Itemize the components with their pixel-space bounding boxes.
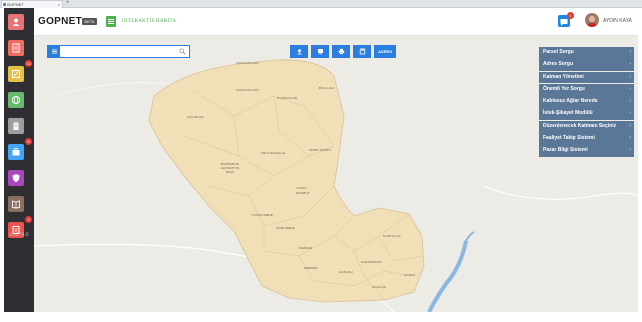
panel-item-label: Düzenlenecek Katmanı Seçiniz	[543, 122, 617, 129]
map-module-icon	[106, 16, 116, 27]
building-icon	[13, 122, 19, 130]
map-label: KARABURUN	[361, 260, 382, 264]
map-label: BOLLUCA	[319, 86, 335, 90]
panel-item-faaliyet-takip[interactable]: Faaliyet Takip Sistemi ›	[539, 133, 634, 145]
panel-item-label: Önemli Yer Sorgu	[543, 85, 585, 92]
map-label: NARLIDERE	[276, 226, 295, 230]
briefcase-badge: 5	[25, 138, 32, 145]
sidebar-item-building[interactable]	[8, 118, 24, 134]
sidebar: 10 5 9 v3.274.0	[4, 8, 34, 312]
chevron-right-icon: ›	[629, 85, 631, 92]
bookmark-icon	[359, 48, 365, 55]
module-title: İNTERAKTİF HARİTA	[122, 19, 177, 24]
favicon-icon	[3, 3, 6, 6]
avatar[interactable]	[585, 13, 599, 27]
app-version: v3.274.0	[9, 232, 29, 238]
panel-item-duzenlenecek-katman[interactable]: Düzenlenecek Katmanı Seçiniz ›	[539, 120, 634, 133]
book-icon	[12, 200, 20, 209]
new-tab-button[interactable]: +	[66, 0, 70, 7]
map-toolbar: ADRES	[290, 45, 400, 58]
hamburger-icon	[51, 49, 57, 54]
sidebar-item-document[interactable]	[8, 40, 24, 56]
chevron-right-icon: ›	[629, 73, 631, 80]
avatar-shirt	[587, 23, 597, 27]
map-label: MERKEZ	[304, 266, 318, 270]
sidebar-item-globe[interactable]	[8, 92, 24, 108]
panel-item-parsel-sorgu[interactable]: Parsel Sorgu ›	[539, 47, 634, 59]
search-menu-button[interactable]	[48, 46, 60, 57]
chevron-right-icon: ›	[629, 98, 631, 105]
document-icon	[12, 43, 20, 53]
map-label: BARBAROS HAYRETTİN PAŞA	[220, 162, 240, 174]
chevron-right-icon: ›	[629, 49, 631, 55]
panel-item-katman-yonetimi[interactable]: Katman Yönetimi ›	[539, 71, 634, 84]
browser-tab[interactable]: GOPNET ×	[1, 0, 63, 8]
adres-button[interactable]: ADRES	[374, 45, 396, 58]
panel-item-adres-sorgu[interactable]: Adres Sorgu ›	[539, 59, 634, 72]
sidebar-item-person[interactable]	[8, 14, 24, 30]
panel-item-kablosuz-aglar[interactable]: Kablosuz Ağlar Nerede ›	[539, 96, 634, 108]
person-pin-icon	[12, 18, 20, 26]
upload-icon	[296, 48, 302, 55]
globe-icon	[11, 95, 21, 105]
app-logo[interactable]: GOPNET	[38, 16, 82, 27]
panel-item-label: Adres Sorgu	[543, 61, 574, 68]
panel-item-label: Pazar Bilgi Sistemi	[543, 147, 588, 154]
panel-item-onemli-yer-sorgu[interactable]: Önemli Yer Sorgu ›	[539, 83, 634, 96]
panel-item-label: Faaliyet Takip Sistemi	[543, 135, 595, 142]
search-icon[interactable]	[179, 48, 186, 55]
chevron-right-icon: ›	[629, 122, 631, 129]
map-label: YENİ MAHALLE	[261, 151, 286, 155]
edit-icon	[12, 70, 20, 78]
chevron-right-icon: ›	[629, 147, 631, 154]
sidebar-item-shield[interactable]	[8, 170, 24, 186]
panel-item-label: Kablosuz Ağlar Nerede	[543, 98, 598, 105]
map-label: HASANLI	[339, 270, 354, 274]
map-label: KUŞKUNLAR	[277, 96, 298, 100]
layers-button[interactable]	[311, 45, 329, 58]
map-label: ÇAKIRLAR	[187, 115, 204, 119]
search-input[interactable]	[61, 46, 175, 57]
sidebar-item-book[interactable]	[8, 196, 24, 212]
map-label: KALECİK	[372, 285, 387, 289]
sidebar-item-edit[interactable]	[8, 66, 24, 82]
map-label: ZÜMRÜT	[296, 191, 310, 195]
notification-badge: 1	[567, 12, 574, 19]
print-button[interactable]	[332, 45, 350, 58]
panel-item-label: Katman Yönetimi	[543, 73, 584, 80]
briefcase-icon	[12, 148, 20, 156]
topbar: GOPNET BETA İNTERAKTİF HARİTA 1 AYDIN KA…	[34, 8, 638, 36]
bookmark-button[interactable]	[353, 45, 371, 58]
upload-button[interactable]	[290, 45, 308, 58]
edit-badge: 10	[25, 60, 32, 67]
map-label: YUNUS EMRE	[251, 213, 274, 217]
browser-tabbar: GOPNET × +	[0, 0, 642, 8]
shield-icon	[12, 174, 20, 182]
sidebar-item-briefcase[interactable]	[8, 144, 24, 160]
user-name[interactable]: AYDIN KAYA	[603, 18, 637, 24]
chevron-right-icon: ›	[629, 135, 631, 142]
map-search-box	[47, 45, 190, 58]
chevron-right-icon: ›	[629, 61, 631, 68]
panel-item-label: İstek-Şikayet Modülü	[543, 110, 593, 117]
beta-badge: BETA	[82, 18, 97, 25]
map-label: KURTULUŞ	[383, 234, 401, 238]
layers-icon	[317, 49, 323, 55]
map-label: KARAYOLLARI	[236, 61, 259, 65]
tab-close-icon[interactable]: ×	[58, 1, 60, 8]
avatar-face	[589, 16, 595, 22]
report-badge: 9	[25, 216, 32, 223]
map-label: KARAYOLLARI	[236, 88, 259, 92]
panel-item-istek-sikayet[interactable]: İstek-Şikayet Modülü ›	[539, 108, 634, 121]
map-label: MERKEZ	[299, 246, 313, 250]
chevron-right-icon: ›	[629, 110, 631, 117]
query-panel: Parsel Sorgu › Adres Sorgu › Katman Yöneti…	[539, 47, 634, 158]
map-label: KONAK	[404, 273, 416, 277]
panel-item-label: Parsel Sorgu	[543, 49, 574, 55]
print-icon	[338, 48, 344, 55]
map-label: İSMET İNÖNÜ	[309, 148, 331, 152]
panel-item-pazar-bilgi[interactable]: Pazar Bilgi Sistemi ›	[539, 145, 634, 158]
map-label: YILDIZ	[296, 186, 307, 190]
browser-tab-title: GOPNET	[7, 2, 24, 7]
